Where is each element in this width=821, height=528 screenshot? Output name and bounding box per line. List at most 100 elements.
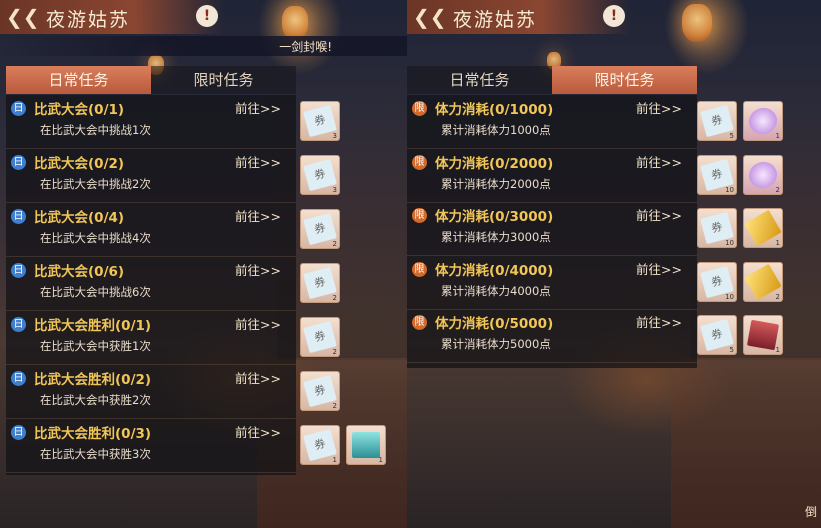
reward-count: 2 — [332, 240, 337, 248]
task-row: 限体力消耗(0/5000) 累计消耗体力5000点 前往>> — [407, 309, 697, 363]
back-arrow-icon[interactable]: ❮❮ — [413, 6, 447, 28]
task-name: 体力消耗(0/5000) — [435, 316, 554, 332]
task-name: 比武大会胜利(0/1) — [34, 318, 152, 334]
reward-count: 1 — [775, 239, 780, 247]
tab-daily-tasks[interactable]: 日常任务 — [6, 66, 151, 94]
reward-count: 1 — [332, 456, 337, 464]
goto-link[interactable]: 前往>> — [235, 152, 281, 171]
task-row: 日比武大会胜利(0/3) 在比武大会中获胜3次 前往>> — [6, 419, 296, 473]
tab-bar: 日常任务 限时任务 — [6, 66, 296, 94]
background-building — [277, 60, 407, 360]
title-bar: ❮❮ 夜游姑苏 ! — [407, 0, 631, 34]
reward-item-ticket-icon[interactable]: 券2 — [300, 317, 340, 357]
goto-link[interactable]: 前往>> — [235, 98, 281, 117]
page-title: 夜游姑苏 — [46, 9, 131, 31]
back-arrow-icon[interactable]: ❮❮ — [6, 6, 40, 28]
task-row: 限体力消耗(0/2000) 累计消耗体力2000点 前往>> — [407, 149, 697, 203]
reward-item-ticket-icon[interactable]: 券 10 — [697, 154, 737, 195]
reward-count: 5 — [729, 346, 734, 354]
tab-limited-tasks[interactable]: 限时任务 — [552, 66, 697, 94]
task-name: 比武大会(0/2) — [34, 156, 125, 172]
task-row: 日比武大会(0/2) 在比武大会中挑战2次 前往>> — [6, 149, 296, 203]
goto-link[interactable]: 前往>> — [235, 368, 281, 387]
page-title: 夜游姑苏 — [453, 9, 538, 31]
reward-item-ticket-icon[interactable]: 券5 — [697, 101, 737, 141]
reward-item-ticket-icon[interactable]: 券2 — [300, 263, 340, 303]
lantern-decoration — [282, 6, 308, 40]
task-name: 比武大会胜利(0/2) — [34, 372, 152, 388]
task-name: 体力消耗(0/4000) — [435, 262, 554, 279]
reward-item-fan-icon[interactable]: 1 — [743, 315, 783, 355]
task-description: 在比武大会中挑战6次 — [40, 285, 151, 299]
task-description: 累计消耗体力1000点 — [441, 123, 551, 137]
goto-link[interactable]: 前往>> — [235, 314, 281, 333]
tab-bar: 日常任务 限时任务 — [407, 66, 697, 94]
announcement-text: 一剑封喉! — [279, 40, 332, 54]
reward-count: 2 — [775, 292, 780, 301]
reward-item-ticket-icon[interactable]: 券 10 — [697, 208, 737, 248]
task-name: 体力消耗(0/1000) — [435, 102, 554, 118]
task-description: 累计消耗体力5000点 — [441, 337, 551, 351]
task-type-badge: 日 — [11, 155, 26, 170]
reward-count: 3 — [332, 132, 337, 140]
goto-link[interactable]: 前往>> — [636, 259, 682, 278]
task-row: 限体力消耗(0/3000) 累计消耗体力3000点 前往>> — [407, 202, 697, 256]
reward-count: 2 — [332, 294, 337, 302]
task-description: 在比武大会中挑战4次 — [40, 231, 151, 245]
task-name: 体力消耗(0/2000) — [435, 155, 554, 172]
task-row: 限体力消耗(0/4000) 累计消耗体力4000点 前往>> — [407, 256, 697, 310]
goto-link[interactable]: 前往>> — [636, 98, 682, 117]
reward-item-gem-icon[interactable]: 2 — [743, 154, 783, 195]
task-row: 日比武大会(0/1) 在比武大会中挑战1次 前往>> — [6, 95, 296, 149]
reward-count: 2 — [332, 348, 337, 356]
task-description: 在比武大会中获胜1次 — [40, 339, 151, 353]
lantern-decoration — [682, 4, 712, 42]
task-list: 日比武大会(0/1) 在比武大会中挑战1次 前往>> 日比武大会(0/2) 在比武大会中… — [6, 95, 296, 475]
goto-link[interactable]: 前往>> — [636, 152, 682, 171]
task-type-badge: 日 — [11, 263, 26, 278]
book-icon — [352, 432, 380, 458]
corner-label: 倒 — [804, 505, 817, 519]
reward-item-gold-icon[interactable]: 1 — [743, 208, 783, 248]
announcement-bar: 一剑封喉! — [0, 36, 407, 56]
reward-count: 10 — [725, 292, 734, 301]
task-type-badge: 日 — [11, 101, 26, 116]
task-description: 在比武大会中挑战2次 — [40, 177, 151, 191]
reward-item-ticket-icon[interactable]: 券1 — [300, 425, 340, 465]
reward-item-ticket-icon[interactable]: 券3 — [300, 155, 340, 195]
fan-icon — [746, 319, 780, 351]
task-type-badge: 限 — [412, 261, 427, 277]
reward-item-ticket-icon[interactable]: 券3 — [300, 101, 340, 141]
reward-count: 10 — [725, 185, 734, 194]
task-type-badge: 日 — [11, 209, 26, 224]
reward-count: 3 — [332, 186, 337, 194]
goto-link[interactable]: 前往>> — [235, 206, 281, 225]
task-row: 限体力消耗(0/1000) 累计消耗体力1000点 前往>> — [407, 95, 697, 149]
task-name: 比武大会(0/4) — [34, 210, 125, 226]
goto-link[interactable]: 前往>> — [235, 422, 281, 441]
reward-item-gold-icon[interactable]: 2 — [743, 261, 783, 302]
reward-count: 5 — [729, 132, 734, 140]
task-name: 比武大会(0/1) — [34, 102, 125, 118]
reward-count: 2 — [332, 402, 337, 410]
reward-item-ticket-icon[interactable]: 券2 — [300, 209, 340, 249]
reward-item-gem-icon[interactable]: 1 — [743, 101, 783, 141]
task-row: 日比武大会(0/4) 在比武大会中挑战4次 前往>> — [6, 203, 296, 257]
goto-link[interactable]: 前往>> — [235, 260, 281, 279]
tab-daily-tasks[interactable]: 日常任务 — [407, 66, 552, 94]
goto-link[interactable]: 前往>> — [636, 205, 682, 224]
tab-limited-tasks[interactable]: 限时任务 — [151, 66, 296, 94]
info-icon[interactable]: ! — [603, 5, 625, 27]
title-bar: ❮❮ 夜游姑苏 ! — [0, 0, 224, 34]
task-description: 在比武大会中挑战1次 — [40, 123, 151, 137]
reward-item-ticket-icon[interactable]: 券 10 — [697, 261, 737, 302]
task-description: 在比武大会中获胜3次 — [40, 447, 151, 461]
reward-item-ticket-icon[interactable]: 券2 — [300, 371, 340, 411]
goto-link[interactable]: 前往>> — [636, 312, 682, 331]
reward-item-ticket-icon[interactable]: 券5 — [697, 315, 737, 355]
task-type-badge: 限 — [412, 101, 427, 116]
task-description: 累计消耗体力4000点 — [441, 283, 551, 298]
info-icon[interactable]: ! — [196, 5, 218, 27]
reward-item-book-icon[interactable]: 1 — [346, 425, 386, 465]
task-description: 在比武大会中获胜2次 — [40, 393, 151, 407]
